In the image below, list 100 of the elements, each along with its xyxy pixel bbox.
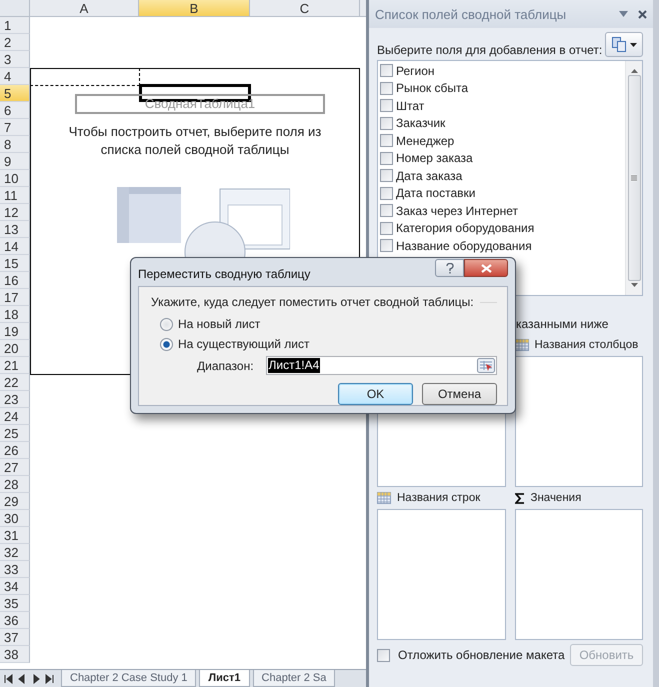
field-name: Регион	[396, 64, 435, 78]
field-checkbox[interactable]	[380, 239, 393, 252]
area-label: Названия столбцов	[534, 339, 638, 351]
field-name: Заказ через Интернет	[396, 204, 518, 218]
radio-label: На существующий лист	[178, 337, 310, 351]
row-header[interactable]: 31	[0, 527, 30, 544]
pivot-hint-text: Чтобы построить отчет, выберите поля из списка полей сводной таблицы	[68, 123, 322, 159]
radio-button[interactable]	[160, 318, 173, 330]
row-header[interactable]: 19	[0, 323, 30, 340]
sheet-tab[interactable]: Лист1	[199, 670, 250, 687]
field-name: Название оборудования	[396, 238, 532, 253]
group-label: Укажите, куда следует поместить отчет сводной таблицы:	[151, 295, 474, 309]
row-header[interactable]: 24	[0, 408, 30, 425]
field-checkbox[interactable]	[380, 116, 393, 130]
row-header[interactable]: 26	[0, 442, 30, 459]
row-header[interactable]: 37	[0, 629, 30, 646]
area-label: Названия строк	[397, 492, 480, 504]
field-name: Дата поставки	[396, 186, 476, 200]
row-header[interactable]: 18	[0, 306, 30, 323]
drop-area[interactable]	[377, 509, 506, 640]
drop-area[interactable]	[514, 509, 643, 640]
field-name: Штат	[396, 98, 424, 113]
row-header[interactable]: 29	[0, 493, 30, 510]
field-checkbox[interactable]	[380, 204, 393, 218]
row-header[interactable]: 25	[0, 425, 30, 442]
radio-button[interactable]	[160, 338, 173, 350]
row-header[interactable]: 38	[0, 646, 30, 663]
column-header[interactable]: B	[139, 0, 250, 17]
sigma-icon	[514, 492, 524, 504]
row-header[interactable]: 5	[0, 85, 30, 102]
area-label: Значения	[530, 492, 582, 504]
radio-label: На новый лист	[178, 317, 260, 331]
row-header[interactable]: 15	[0, 255, 30, 272]
row-header[interactable]: 12	[0, 204, 30, 221]
row-header[interactable]: 23	[0, 391, 30, 408]
dropdown-caret-icon[interactable]	[619, 11, 628, 17]
column-header[interactable]: C	[250, 0, 360, 17]
field-name: Заказчик	[396, 116, 446, 130]
row-header[interactable]: 21	[0, 357, 30, 374]
scrollbar[interactable]	[625, 61, 642, 295]
row-header[interactable]: 4	[0, 68, 30, 85]
row-header[interactable]: 11	[0, 187, 30, 204]
caret-icon	[630, 42, 636, 46]
row-header[interactable]: 17	[0, 289, 30, 306]
row-header[interactable]: 16	[0, 272, 30, 289]
field-checkbox[interactable]	[380, 82, 393, 95]
dialog-button[interactable]: Отмена	[422, 383, 497, 405]
column-header[interactable]: A	[30, 0, 139, 17]
row-header[interactable]: 9	[0, 153, 30, 170]
row-header[interactable]: 1	[0, 17, 30, 34]
field-checkbox[interactable]	[380, 152, 393, 165]
close-icon[interactable]	[638, 10, 647, 18]
row-header[interactable]: 36	[0, 612, 30, 629]
row-header[interactable]: 20	[0, 340, 30, 357]
column-header[interactable]	[360, 0, 366, 17]
sheet-tab[interactable]: Chapter 2 Case Study 1	[61, 670, 196, 687]
row-header[interactable]: 10	[0, 170, 30, 187]
row-header[interactable]: 34	[0, 578, 30, 595]
field-checkbox[interactable]	[380, 222, 393, 235]
row-header[interactable]: 30	[0, 510, 30, 527]
field-name: Номер заказа	[396, 151, 473, 166]
row-header[interactable]: 6	[0, 102, 30, 119]
row-header[interactable]: 8	[0, 136, 30, 153]
row-header[interactable]: 33	[0, 561, 30, 578]
field-checkbox[interactable]	[380, 169, 393, 182]
scroll-down-icon[interactable]	[630, 283, 638, 287]
defer-checkbox[interactable]	[377, 648, 390, 662]
field-list-prompt: Выберите поля для добавления в отчет:	[377, 43, 602, 57]
field-checkbox[interactable]	[380, 64, 393, 78]
drop-area[interactable]	[514, 356, 643, 487]
field-checkbox[interactable]	[380, 99, 393, 112]
row-header[interactable]: 28	[0, 476, 30, 493]
row-header[interactable]: 7	[0, 119, 30, 136]
row-header[interactable]: 32	[0, 544, 30, 561]
panel-title: Список полей сводной таблицы	[375, 6, 568, 22]
field-checkbox[interactable]	[380, 134, 393, 148]
layout-button[interactable]	[605, 32, 643, 57]
help-button[interactable]	[435, 259, 464, 277]
range-field[interactable]: Лист1!A4	[266, 356, 497, 375]
close-button[interactable]	[464, 259, 508, 277]
row-header[interactable]: 2	[0, 34, 30, 51]
drag-hint-text: казанными ниже	[516, 317, 608, 331]
sheet-tab[interactable]: Chapter 2 Sa	[252, 670, 336, 687]
question-icon	[446, 262, 454, 274]
row-header[interactable]: 27	[0, 459, 30, 476]
row-header[interactable]: 14	[0, 238, 30, 255]
scroll-up-icon[interactable]	[630, 69, 638, 73]
row-header[interactable]: 22	[0, 374, 30, 391]
row-header[interactable]: 35	[0, 595, 30, 612]
dialog-button[interactable]: OK	[338, 383, 413, 405]
range-picker-icon[interactable]	[477, 358, 495, 373]
grip-icon	[631, 175, 637, 181]
field-name: Дата заказа	[396, 168, 462, 183]
row-header[interactable]: 3	[0, 51, 30, 68]
row-header[interactable]: 13	[0, 221, 30, 238]
defer-label: Отложить обновление макета	[398, 648, 565, 662]
select-all-corner[interactable]	[0, 0, 30, 17]
sheet-navigation-arrows-icon[interactable]	[4, 674, 56, 684]
field-checkbox[interactable]	[380, 186, 393, 200]
field-name: Менеджер	[396, 134, 454, 148]
